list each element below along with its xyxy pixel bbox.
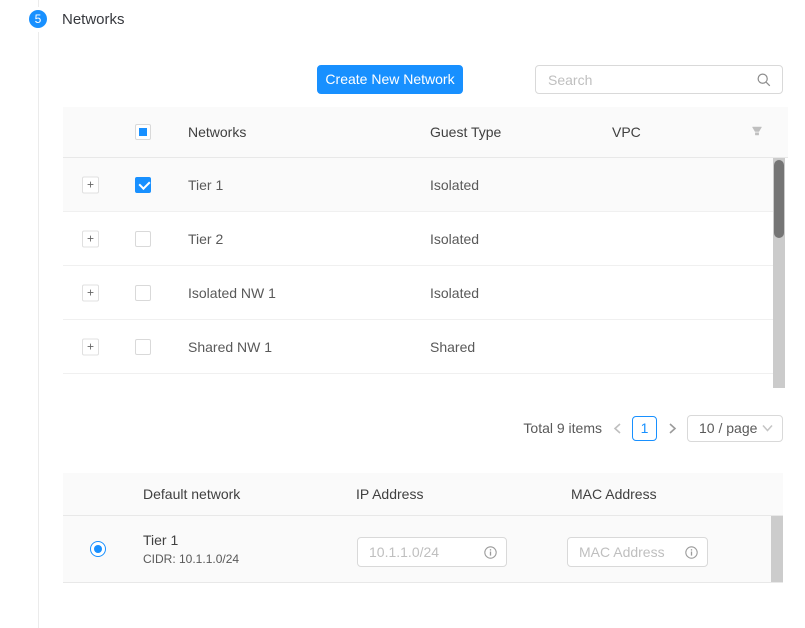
table-scrollbar[interactable]	[771, 516, 783, 582]
network-name-cell: Tier 2	[188, 231, 223, 247]
column-header-guest-type: Guest Type	[430, 124, 501, 140]
expand-row-button[interactable]: +	[82, 176, 99, 193]
expand-row-button[interactable]: +	[82, 338, 99, 355]
networks-step-panel: 5 Networks Create New Network Networks G…	[0, 0, 805, 628]
default-network-header: Default network IP Address MAC Address	[63, 473, 783, 516]
column-header-default-network: Default network	[143, 486, 240, 502]
row-checkbox[interactable]	[135, 285, 151, 301]
guest-type-cell: Isolated	[430, 177, 479, 193]
table-scrollbar[interactable]	[773, 158, 785, 388]
step-connector-top	[38, 0, 39, 7]
filter-icon[interactable]	[751, 124, 763, 140]
pagination: Total 9 items 1 10 / page	[523, 414, 783, 442]
ip-address-field[interactable]	[357, 537, 507, 567]
table-row[interactable]: + Isolated NW 1 Isolated	[63, 266, 773, 320]
networks-table-header: Networks Guest Type VPC	[63, 107, 788, 158]
row-checkbox[interactable]	[135, 231, 151, 247]
info-icon	[685, 546, 698, 559]
scrollbar-thumb[interactable]	[774, 160, 784, 238]
expand-row-button[interactable]: +	[82, 284, 99, 301]
step-connector-bottom	[38, 32, 39, 628]
column-header-networks: Networks	[188, 124, 246, 140]
default-network-name: Tier 1	[143, 532, 239, 548]
page-number-button[interactable]: 1	[632, 416, 657, 441]
column-header-vpc: VPC	[612, 124, 641, 140]
step-number-badge: 5	[29, 10, 47, 28]
mac-address-field[interactable]	[567, 537, 708, 567]
default-network-radio[interactable]	[90, 541, 106, 557]
chevron-down-icon	[762, 424, 773, 432]
guest-type-cell: Isolated	[430, 231, 479, 247]
info-icon	[484, 546, 497, 559]
row-checkbox[interactable]	[135, 339, 151, 355]
table-row[interactable]: + Shared NW 1 Shared	[63, 320, 773, 374]
page-size-select[interactable]: 10 / page	[687, 415, 783, 442]
create-new-network-button[interactable]: Create New Network	[317, 65, 463, 94]
row-checkbox[interactable]	[135, 177, 151, 193]
search-box[interactable]	[535, 65, 783, 94]
next-page-icon[interactable]	[665, 414, 679, 442]
prev-page-icon[interactable]	[610, 414, 624, 442]
default-network-row[interactable]: Tier 1 CIDR: 10.1.1.0/24	[63, 516, 783, 583]
column-header-ip-address: IP Address	[356, 486, 423, 502]
search-input[interactable]	[536, 66, 782, 93]
guest-type-cell: Isolated	[430, 285, 479, 301]
default-network-table: Default network IP Address MAC Address T…	[63, 473, 783, 583]
select-all-checkbox[interactable]	[135, 124, 151, 140]
network-name-cell: Shared NW 1	[188, 339, 272, 355]
column-header-mac-address: MAC Address	[571, 486, 657, 502]
network-name-cell: Isolated NW 1	[188, 285, 276, 301]
networks-table-body: + Tier 1 Isolated + Tier 2 Isolated + Is…	[63, 158, 788, 388]
networks-table: Networks Guest Type VPC + Tier 1 Isolate…	[63, 107, 788, 388]
default-network-name-block: Tier 1 CIDR: 10.1.1.0/24	[143, 532, 239, 566]
default-network-cidr: CIDR: 10.1.1.0/24	[143, 552, 239, 566]
table-row[interactable]: + Tier 2 Isolated	[63, 212, 773, 266]
expand-row-button[interactable]: +	[82, 230, 99, 247]
table-row[interactable]: + Tier 1 Isolated	[63, 158, 773, 212]
search-icon[interactable]	[757, 73, 771, 87]
page-size-value: 10 / page	[699, 420, 757, 436]
step-title: Networks	[62, 11, 125, 28]
network-name-cell: Tier 1	[188, 177, 223, 193]
guest-type-cell: Shared	[430, 339, 475, 355]
pagination-total: Total 9 items	[523, 420, 602, 436]
